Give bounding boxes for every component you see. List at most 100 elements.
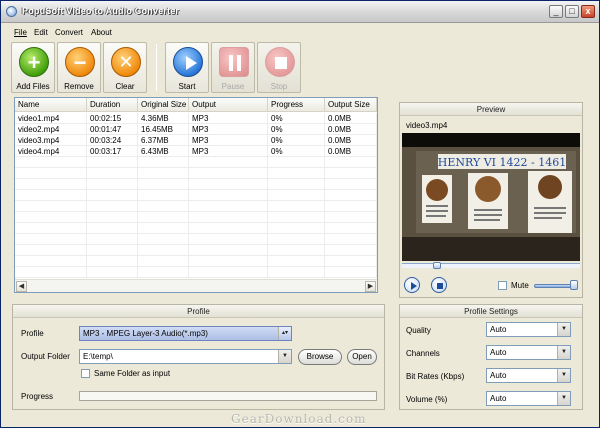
table-row[interactable]: video3.mp4 00:03:24 6.37MB MP3 0% 0.0MB <box>15 135 377 146</box>
same-folder-checkbox[interactable] <box>81 369 90 378</box>
cell-output: MP3 <box>189 113 268 124</box>
volume-label: Volume (%) <box>406 395 448 404</box>
cell-progress <box>268 212 325 223</box>
cell-original-size: 4.36MB <box>138 113 189 124</box>
channels-select[interactable]: Auto ▼ <box>486 345 571 360</box>
profile-select[interactable]: MP3 - MPEG Layer-3 Audio(*.mp3) ▴▾ <box>79 326 292 341</box>
cell-duration <box>87 179 138 190</box>
volume-slider-thumb[interactable] <box>570 280 578 290</box>
menu-edit[interactable]: Edit <box>34 28 48 37</box>
clear-button[interactable]: ✕ Clear <box>103 42 147 93</box>
maximize-button[interactable]: □ <box>565 5 579 18</box>
cell-output-size <box>325 157 377 168</box>
frame-heading-text: HENRY VI 1422 - 1461 <box>438 156 566 169</box>
add-files-button[interactable]: + Add Files <box>11 42 55 93</box>
column-header-output[interactable]: Output <box>189 98 268 112</box>
cell-name: video1.mp4 <box>15 113 87 124</box>
quality-select[interactable]: Auto ▼ <box>486 322 571 337</box>
cell-original-size <box>138 234 189 245</box>
column-header-duration[interactable]: Duration <box>87 98 138 112</box>
open-button[interactable]: Open <box>347 349 377 365</box>
minimize-button[interactable]: _ <box>549 5 563 18</box>
minus-icon: − <box>65 47 95 77</box>
cell-name: video4.mp4 <box>15 146 87 157</box>
cell-progress <box>268 223 325 234</box>
cell-name <box>15 245 87 256</box>
cell-output <box>189 201 268 212</box>
menu-convert[interactable]: Convert <box>55 28 83 37</box>
add-files-label: Add Files <box>16 82 50 91</box>
cell-output-size <box>325 201 377 212</box>
cell-name <box>15 223 87 234</box>
remove-button[interactable]: − Remove <box>57 42 101 93</box>
menu-file[interactable]: File <box>14 28 27 37</box>
cell-progress <box>268 201 325 212</box>
menu-bar: File Edit Convert About <box>1 24 599 41</box>
cell-duration: 00:03:17 <box>87 146 138 157</box>
plus-icon: + <box>19 47 49 77</box>
play-icon <box>411 282 417 290</box>
close-button[interactable]: x <box>581 5 595 18</box>
stop-button[interactable]: Stop <box>257 42 301 93</box>
column-header-name[interactable]: Name <box>15 98 87 112</box>
browse-button[interactable]: Browse <box>298 349 342 365</box>
table-row[interactable]: video1.mp4 00:02:15 4.36MB MP3 0% 0.0MB <box>15 113 377 124</box>
seek-slider-thumb[interactable] <box>433 262 441 269</box>
volume-select[interactable]: Auto ▼ <box>486 391 571 406</box>
mute-checkbox[interactable] <box>498 281 507 290</box>
table-row-empty <box>15 234 377 245</box>
preview-play-button[interactable] <box>404 277 420 293</box>
bit-rates-select[interactable]: Auto ▼ <box>486 368 571 383</box>
clear-label: Clear <box>115 82 135 91</box>
cell-name <box>15 179 87 190</box>
column-header-progress[interactable]: Progress <box>268 98 325 112</box>
preview-video-frame: HENRY VI 1422 - 1461 <box>402 133 580 261</box>
pause-icon <box>219 47 249 77</box>
cell-output-size: 0.0MB <box>325 124 377 135</box>
cell-progress: 0% <box>268 135 325 146</box>
cell-output-size <box>325 190 377 201</box>
start-button[interactable]: Start <box>165 42 209 93</box>
cell-output: MP3 <box>189 135 268 146</box>
cell-duration <box>87 157 138 168</box>
cell-output-size <box>325 179 377 190</box>
table-row-empty <box>15 212 377 223</box>
preview-title: Preview <box>400 103 582 116</box>
horizontal-scrollbar[interactable]: ◀ ▶ <box>15 279 377 292</box>
file-list[interactable]: Name Duration Original Size Output Progr… <box>14 97 378 293</box>
scroll-left-arrow[interactable]: ◀ <box>16 281 27 292</box>
file-list-header: Name Duration Original Size Output Progr… <box>15 98 377 112</box>
column-header-original-size[interactable]: Original Size <box>138 98 189 112</box>
table-row[interactable]: video2.mp4 00:01:47 16.45MB MP3 0% 0.0MB <box>15 124 377 135</box>
cell-progress <box>268 179 325 190</box>
table-row[interactable]: video4.mp4 00:03:17 6.43MB MP3 0% 0.0MB <box>15 146 377 157</box>
cell-name: video3.mp4 <box>15 135 87 146</box>
cell-output <box>189 245 268 256</box>
table-row-empty <box>15 179 377 190</box>
output-folder-input[interactable]: E:\temp\ ▼ <box>79 349 292 364</box>
cell-name <box>15 234 87 245</box>
cell-output-size <box>325 245 377 256</box>
cell-output-size: 0.0MB <box>325 135 377 146</box>
cell-duration <box>87 267 138 278</box>
pause-button[interactable]: Pause <box>211 42 255 93</box>
cell-output: MP3 <box>189 124 268 135</box>
menu-about[interactable]: About <box>91 28 112 37</box>
column-header-output-size[interactable]: Output Size <box>325 98 377 112</box>
cell-original-size <box>138 157 189 168</box>
channels-value: Auto <box>490 348 507 357</box>
seek-slider[interactable] <box>402 262 580 269</box>
chevron-down-icon: ▼ <box>557 323 570 336</box>
cell-original-size <box>138 256 189 267</box>
cell-original-size <box>138 190 189 201</box>
cell-progress <box>268 245 325 256</box>
cell-progress <box>268 190 325 201</box>
cell-output <box>189 168 268 179</box>
scroll-right-arrow[interactable]: ▶ <box>365 281 376 292</box>
preview-stop-button[interactable] <box>431 277 447 293</box>
cell-duration <box>87 190 138 201</box>
title-bar[interactable]: PopuSoft Video to Audio Converter _ □ x <box>1 1 599 23</box>
cell-progress <box>268 256 325 267</box>
cell-duration <box>87 168 138 179</box>
chevron-down-icon: ▼ <box>278 350 291 363</box>
